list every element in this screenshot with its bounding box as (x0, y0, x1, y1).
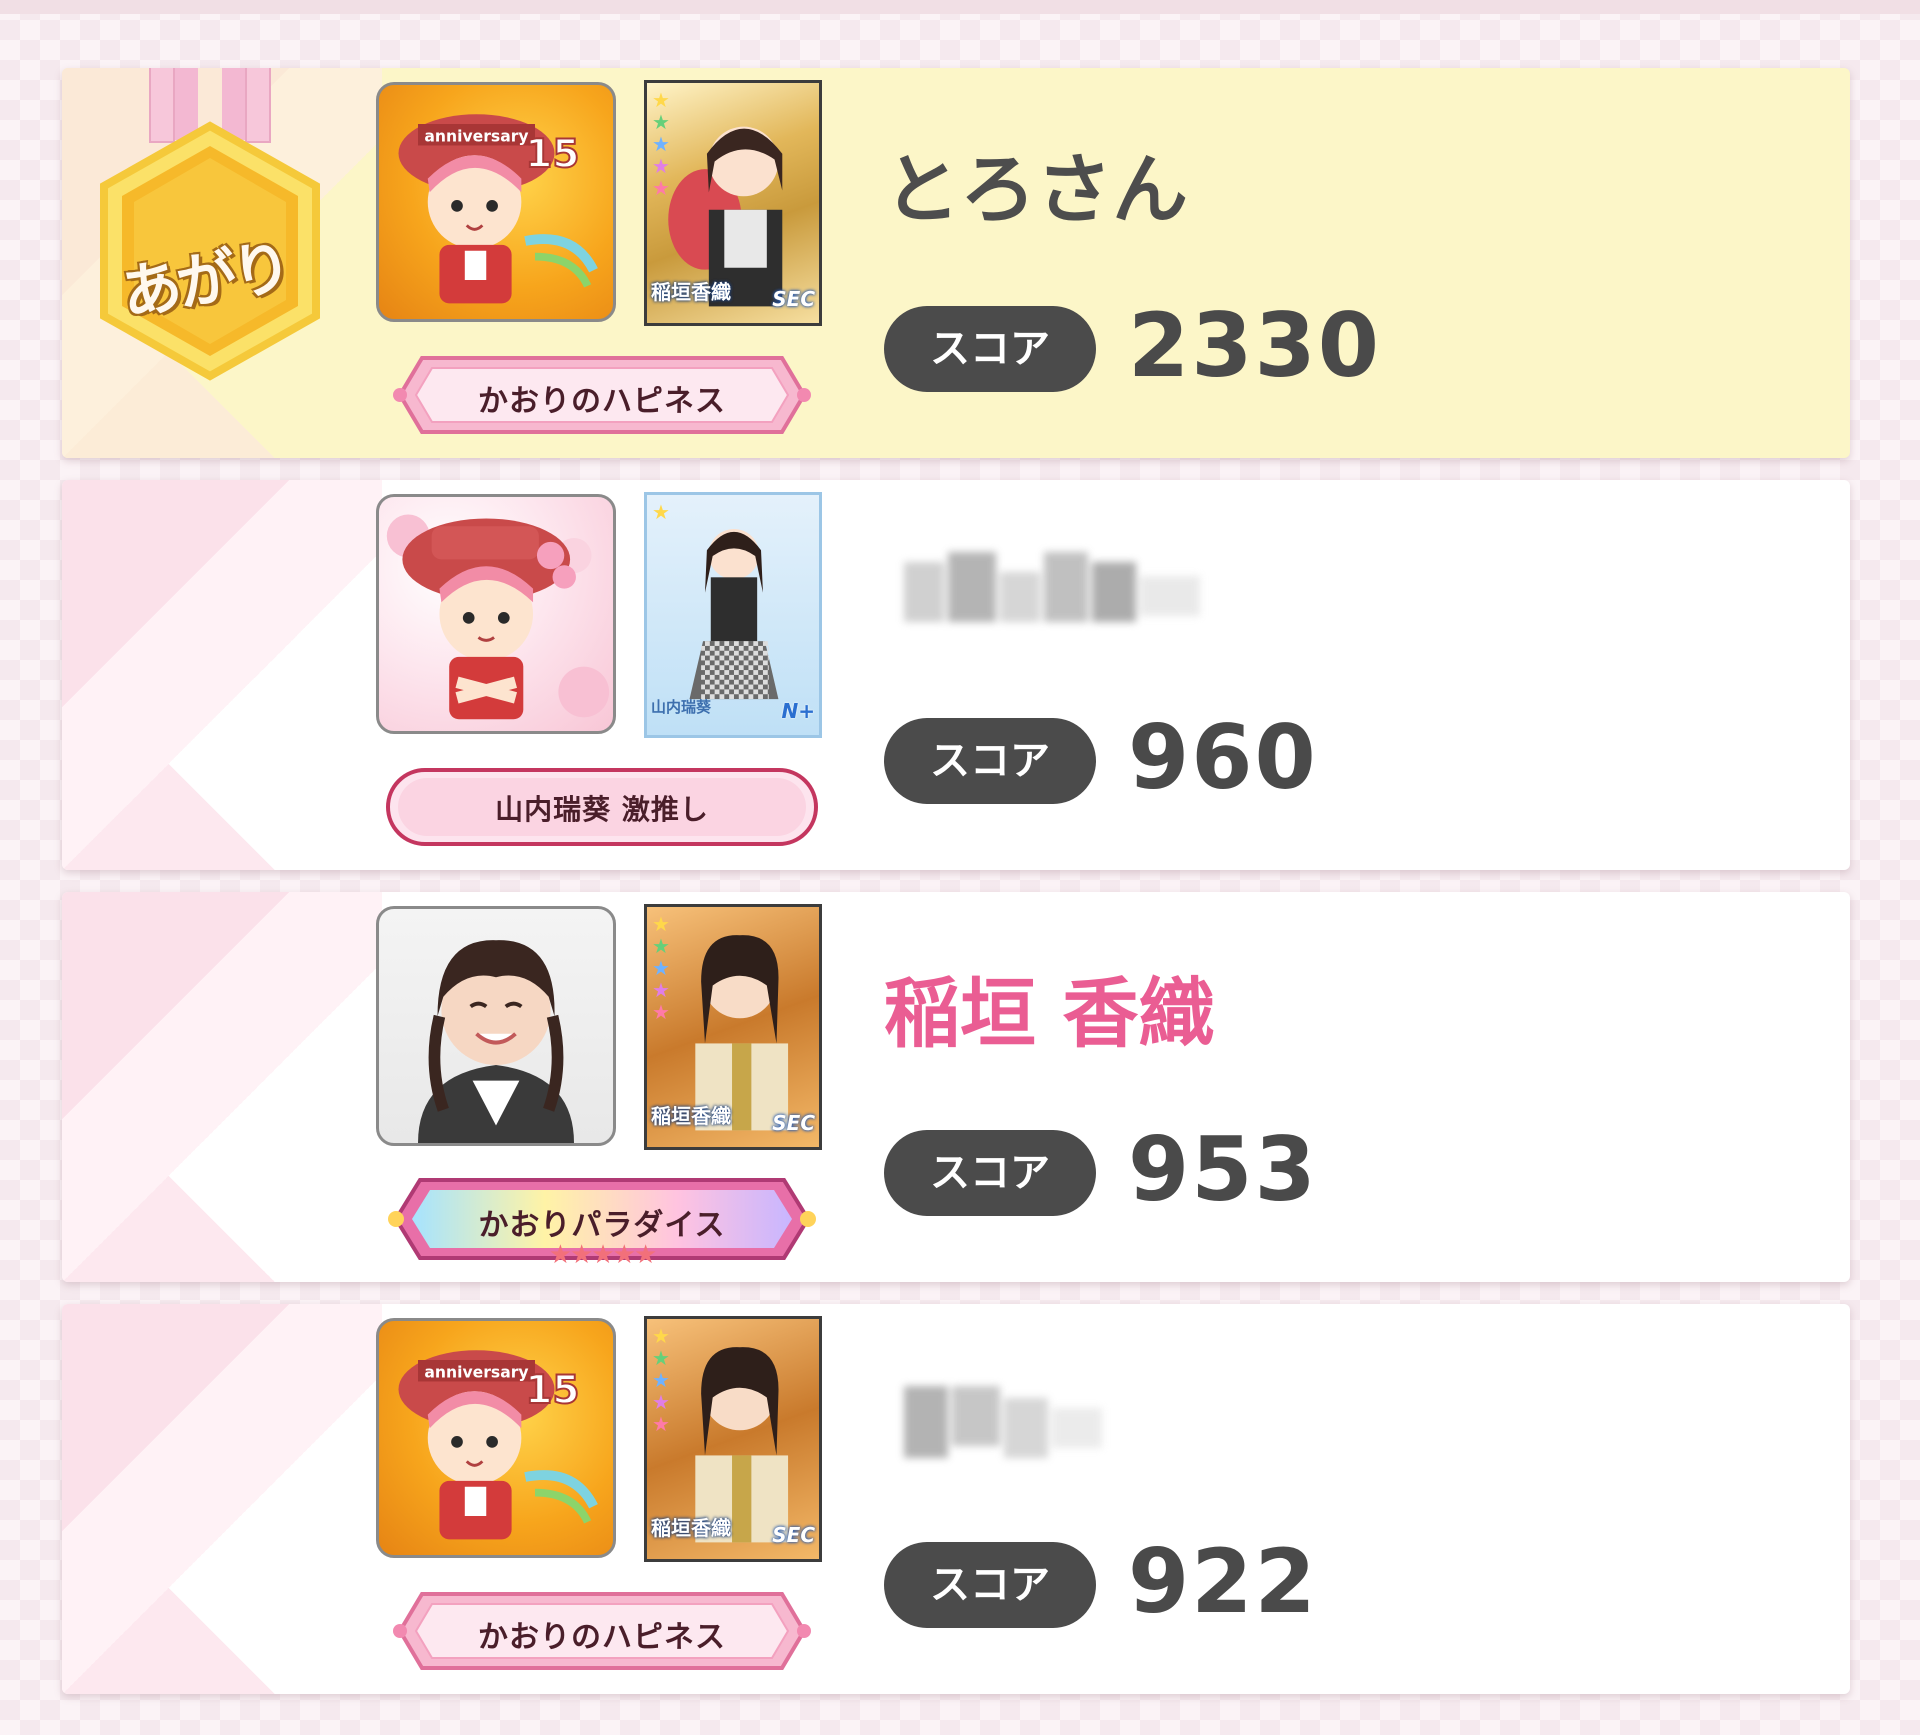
score-value: 922 (1128, 1530, 1318, 1633)
player-name[interactable]: 稲垣 香織 (884, 952, 1214, 1062)
svg-text:15: 15 (525, 1368, 579, 1413)
player-title-plate: かおりパラダイス ★★★★★ (382, 1176, 822, 1270)
score-label-pill: スコア (884, 1130, 1096, 1216)
ranking-row-1[interactable]: あがり anniversary 15 ★ ★ ★ ★ ★ 稲垣香織 SEC かお… (62, 68, 1850, 458)
sakura-chibi-avatar[interactable] (376, 494, 616, 734)
ranking-row-4[interactable]: anniversary 15 ★ ★ ★ ★ ★ 稲垣香織 SEC かおりのハピ… (62, 1304, 1850, 1694)
svg-text:anniversary: anniversary (424, 1364, 528, 1382)
svg-text:anniversary: anniversary (424, 128, 528, 146)
player-title-plate: かおりのハピネス (382, 1588, 822, 1674)
score-value: 2330 (1128, 294, 1381, 397)
hidden-player-name (864, 1378, 1164, 1474)
player-name[interactable]: とろさん (884, 128, 1188, 238)
score-label-pill: スコア (884, 1542, 1096, 1628)
svg-text:15: 15 (525, 132, 579, 177)
ranking-row-2[interactable]: ★ 山内瑞葵 N+ 山内瑞葵 激推し スコア 960 (62, 480, 1850, 870)
score-value: 960 (1128, 706, 1318, 809)
player-title-plate: 山内瑞葵 激推し (382, 764, 822, 850)
hidden-player-name (864, 552, 1244, 648)
member-card-thumbnail[interactable]: ★ 山内瑞葵 N+ (644, 492, 822, 738)
score-value: 953 (1128, 1118, 1318, 1221)
score-label-pill: スコア (884, 306, 1096, 392)
player-title-plate: かおりのハピネス (382, 352, 822, 438)
ranking-row-3[interactable]: ★ ★ ★ ★ ★ 稲垣香織 SEC かおりパラダイス ★★★★★ 稲垣 香織 … (62, 892, 1850, 1282)
ranking-list: あがり anniversary 15 ★ ★ ★ ★ ★ 稲垣香織 SEC かお… (0, 0, 1920, 1735)
member-card-thumbnail[interactable]: ★ ★ ★ ★ ★ 稲垣香織 SEC (644, 1316, 822, 1562)
anniversary-15-chibi-avatar[interactable]: anniversary 15 (376, 1318, 616, 1558)
member-photo-avatar[interactable] (376, 906, 616, 1146)
member-card-thumbnail[interactable]: ★ ★ ★ ★ ★ 稲垣香織 SEC (644, 80, 822, 326)
gold-medal-icon: あがり (80, 68, 340, 404)
member-card-thumbnail[interactable]: ★ ★ ★ ★ ★ 稲垣香織 SEC (644, 904, 822, 1150)
anniversary-15-chibi-avatar[interactable]: anniversary 15 (376, 82, 616, 322)
rating-stars-icon: ★★★★★ (548, 1240, 658, 1270)
score-label-pill: スコア (884, 718, 1096, 804)
